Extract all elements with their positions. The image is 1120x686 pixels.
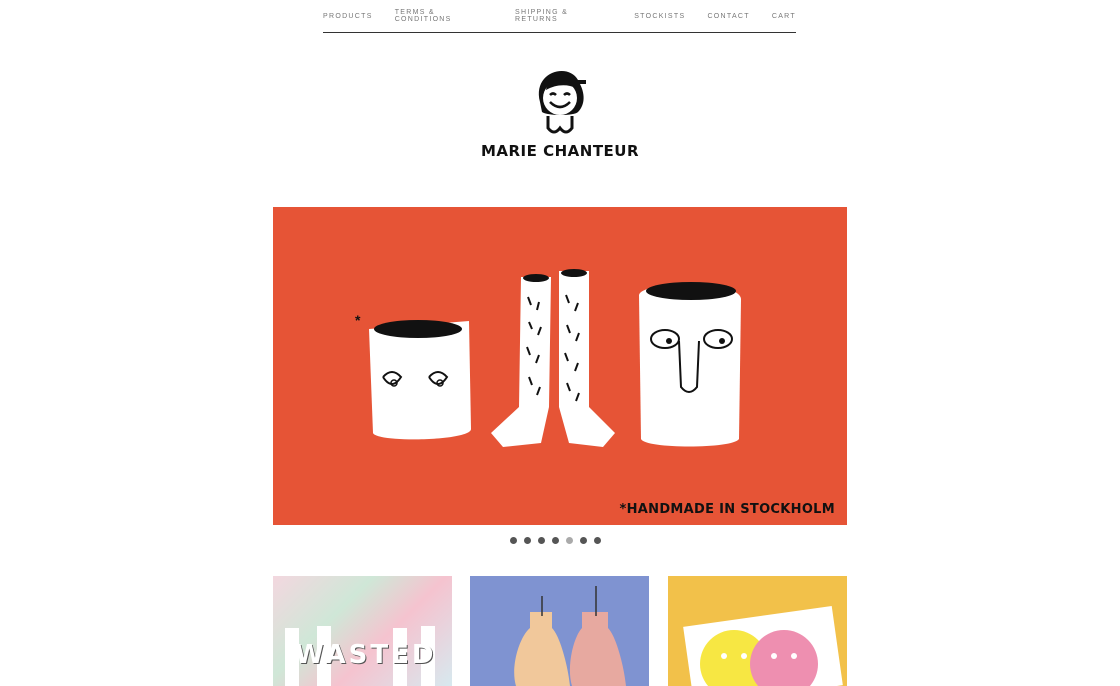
smiling-girl-icon — [538, 71, 586, 134]
main-nav: PRODUCTS TERMS & CONDITIONS SHIPPING & R… — [323, 0, 796, 33]
smiley-faces-card-image — [683, 605, 843, 686]
slide-dot[interactable] — [580, 537, 587, 544]
nav-stockists[interactable]: STOCKISTS — [634, 13, 685, 20]
checkered-earrings-image — [514, 586, 626, 686]
slide-dot[interactable] — [510, 537, 517, 544]
product-tile[interactable]: WASTED — [273, 576, 452, 686]
nav-contact[interactable]: CONTACT — [707, 13, 749, 20]
nav-cart[interactable]: CART — [772, 13, 796, 20]
logo-wordmark: MARIE CHANTEUR — [480, 142, 640, 160]
slide-dot[interactable] — [538, 537, 545, 544]
slide-dot[interactable] — [594, 537, 601, 544]
nav-terms-conditions[interactable]: TERMS & CONDITIONS — [395, 9, 493, 23]
svg-text:*: * — [355, 312, 361, 328]
ceramic-vases-illustration: * — [355, 269, 741, 447]
product-tile[interactable] — [470, 576, 649, 686]
slide-dot[interactable] — [552, 537, 559, 544]
wasted-label: WASTED — [295, 640, 437, 670]
slide-dot[interactable] — [524, 537, 531, 544]
product-tile[interactable] — [668, 576, 847, 686]
hero-slideshow[interactable]: * *HANDMADE IN STOCKHOLM — [273, 207, 847, 525]
nav-products[interactable]: PRODUCTS — [323, 13, 373, 20]
slideshow-pagination — [510, 537, 601, 544]
hero-caption: *HANDMADE IN STOCKHOLM — [619, 502, 835, 517]
slide-dot-active[interactable] — [566, 537, 573, 544]
nav-shipping-returns[interactable]: SHIPPING & RETURNS — [515, 9, 612, 23]
site-logo[interactable]: MARIE CHANTEUR — [480, 62, 640, 170]
